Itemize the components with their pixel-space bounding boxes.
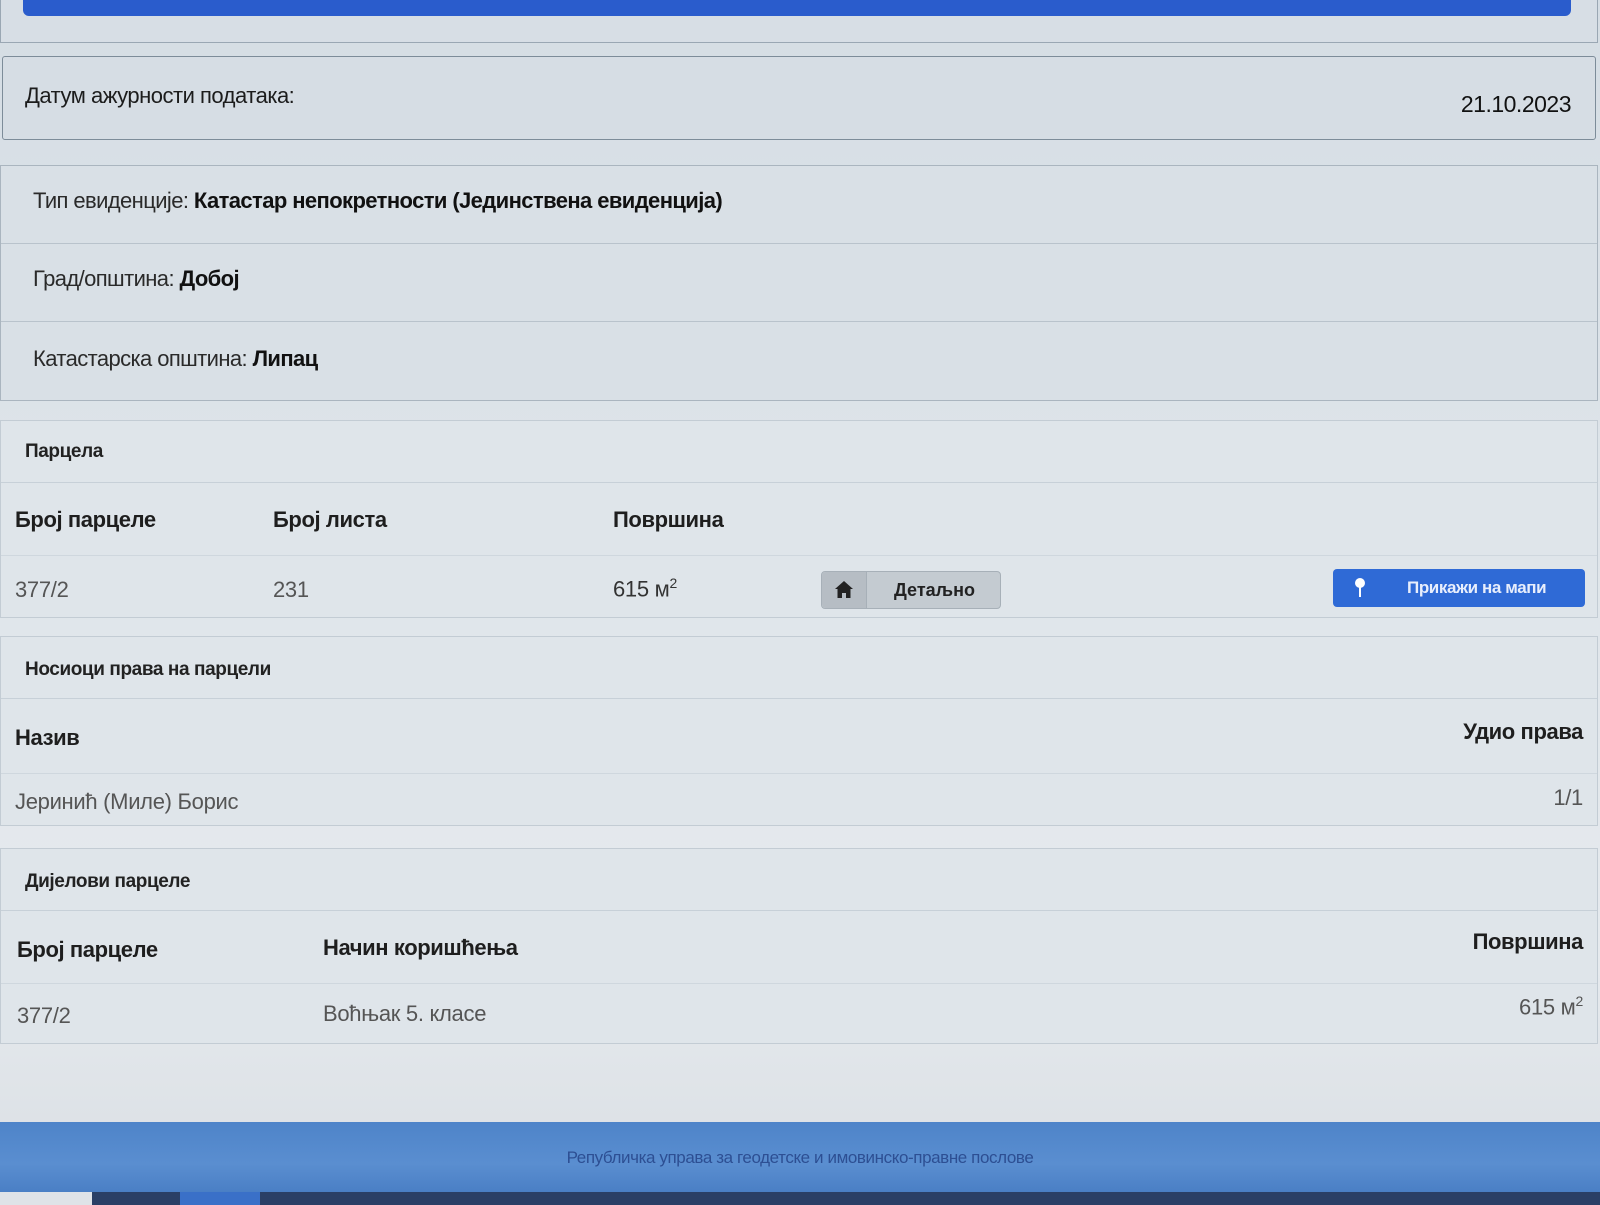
detail-button-label: Детаљно xyxy=(894,580,975,600)
part-area-value: 615 м xyxy=(1519,994,1576,1020)
row-divider xyxy=(1,773,1597,774)
parcel-parts-section-header: Дијелови парцеле xyxy=(1,849,1597,911)
owners-section: Носиоци права на парцели Назив Удио прав… xyxy=(0,636,1598,826)
cadastral-municipality-text: Катастарска општина: Липац xyxy=(33,346,318,372)
cadastral-municipality-row: Катастарска општина: Липац xyxy=(1,322,1597,400)
info-panel: Тип евиденције: Катастар непокретности (… xyxy=(0,165,1598,401)
owners-section-header: Носиоци права на парцели xyxy=(1,637,1597,699)
top-action-bar[interactable] xyxy=(23,0,1571,16)
municipality-text: Град/општина: Добој xyxy=(33,266,240,292)
top-panel xyxy=(0,0,1598,43)
parcel-parts-section: Дијелови парцеле Број парцеле Начин кори… xyxy=(0,848,1598,1044)
show-on-map-button[interactable]: Прикажи на мапи xyxy=(1333,569,1585,607)
map-marker-icon xyxy=(1353,577,1367,599)
parcel-parts-section-title: Дијелови парцеле xyxy=(25,871,191,892)
home-icon xyxy=(822,572,867,608)
show-on-map-label: Прикажи на мапи xyxy=(1407,578,1547,597)
owner-name-header: Назив xyxy=(15,725,80,750)
part-number-cell: 377/2 xyxy=(17,1003,71,1028)
usage-header: Начин коришћења xyxy=(323,935,518,960)
record-type-label: Тип евиденције: xyxy=(33,188,189,213)
parcel-section: Парцела Број парцеле Број листа Површина… xyxy=(0,420,1598,618)
part-area-header: Површина xyxy=(1472,929,1584,954)
cadastral-municipality-label: Катастарска општина: xyxy=(33,346,248,371)
footer: Републичка управа за геодетске и имовинс… xyxy=(0,1122,1600,1192)
taskbar-strip xyxy=(0,1192,1600,1205)
parcel-number-header: Број парцеле xyxy=(15,507,156,532)
municipality-value: Добој xyxy=(179,266,240,291)
owner-name-cell: Јеринић (Миле) Борис xyxy=(15,789,239,814)
part-area-unit-exponent: 2 xyxy=(1575,993,1584,1009)
taskbar-segment xyxy=(180,1192,260,1205)
data-date-label: Датум ажурности података: xyxy=(25,83,295,108)
row-divider xyxy=(1,983,1597,984)
municipality-label: Град/општина: xyxy=(33,266,175,291)
parcel-section-header: Парцела xyxy=(1,421,1597,483)
owner-share-header: Удио права xyxy=(1463,719,1583,744)
area-value: 615 м xyxy=(613,576,670,602)
parcel-number-cell: 377/2 xyxy=(15,577,69,602)
owner-share-cell: 1/1 xyxy=(1553,785,1583,810)
data-date-panel: Датум ажурности података: 21.10.2023 xyxy=(2,56,1596,140)
taskbar-segment xyxy=(0,1192,92,1205)
part-area-cell: 615 м2 xyxy=(1519,993,1583,1020)
parcel-section-title: Парцела xyxy=(25,441,103,462)
record-type-row: Тип евиденције: Катастар непокретности (… xyxy=(1,166,1597,244)
area-cell: 615 м2 xyxy=(613,575,677,602)
page: Датум ажурности података: 21.10.2023 Тип… xyxy=(0,0,1600,1205)
area-header: Површина xyxy=(613,507,724,532)
detail-button[interactable]: Детаљно xyxy=(821,571,1001,609)
municipality-row: Град/општина: Добој xyxy=(1,244,1597,322)
record-type-value: Катастар непокретности (Јединствена евид… xyxy=(193,188,723,213)
row-divider xyxy=(1,555,1597,556)
footer-text: Републичка управа за геодетске и имовинс… xyxy=(566,1148,1034,1167)
usage-cell: Воћњак 5. класе xyxy=(323,1001,487,1026)
sheet-number-header: Број листа xyxy=(273,507,387,532)
cadastral-municipality-value: Липац xyxy=(252,346,319,371)
record-type-text: Тип евиденције: Катастар непокретности (… xyxy=(33,188,723,214)
area-unit-exponent: 2 xyxy=(669,575,677,591)
data-date-value: 21.10.2023 xyxy=(1460,91,1572,117)
part-number-header: Број парцеле xyxy=(17,937,158,962)
sheet-number-cell: 231 xyxy=(273,577,309,602)
owners-section-title: Носиоци права на парцели xyxy=(25,659,271,680)
